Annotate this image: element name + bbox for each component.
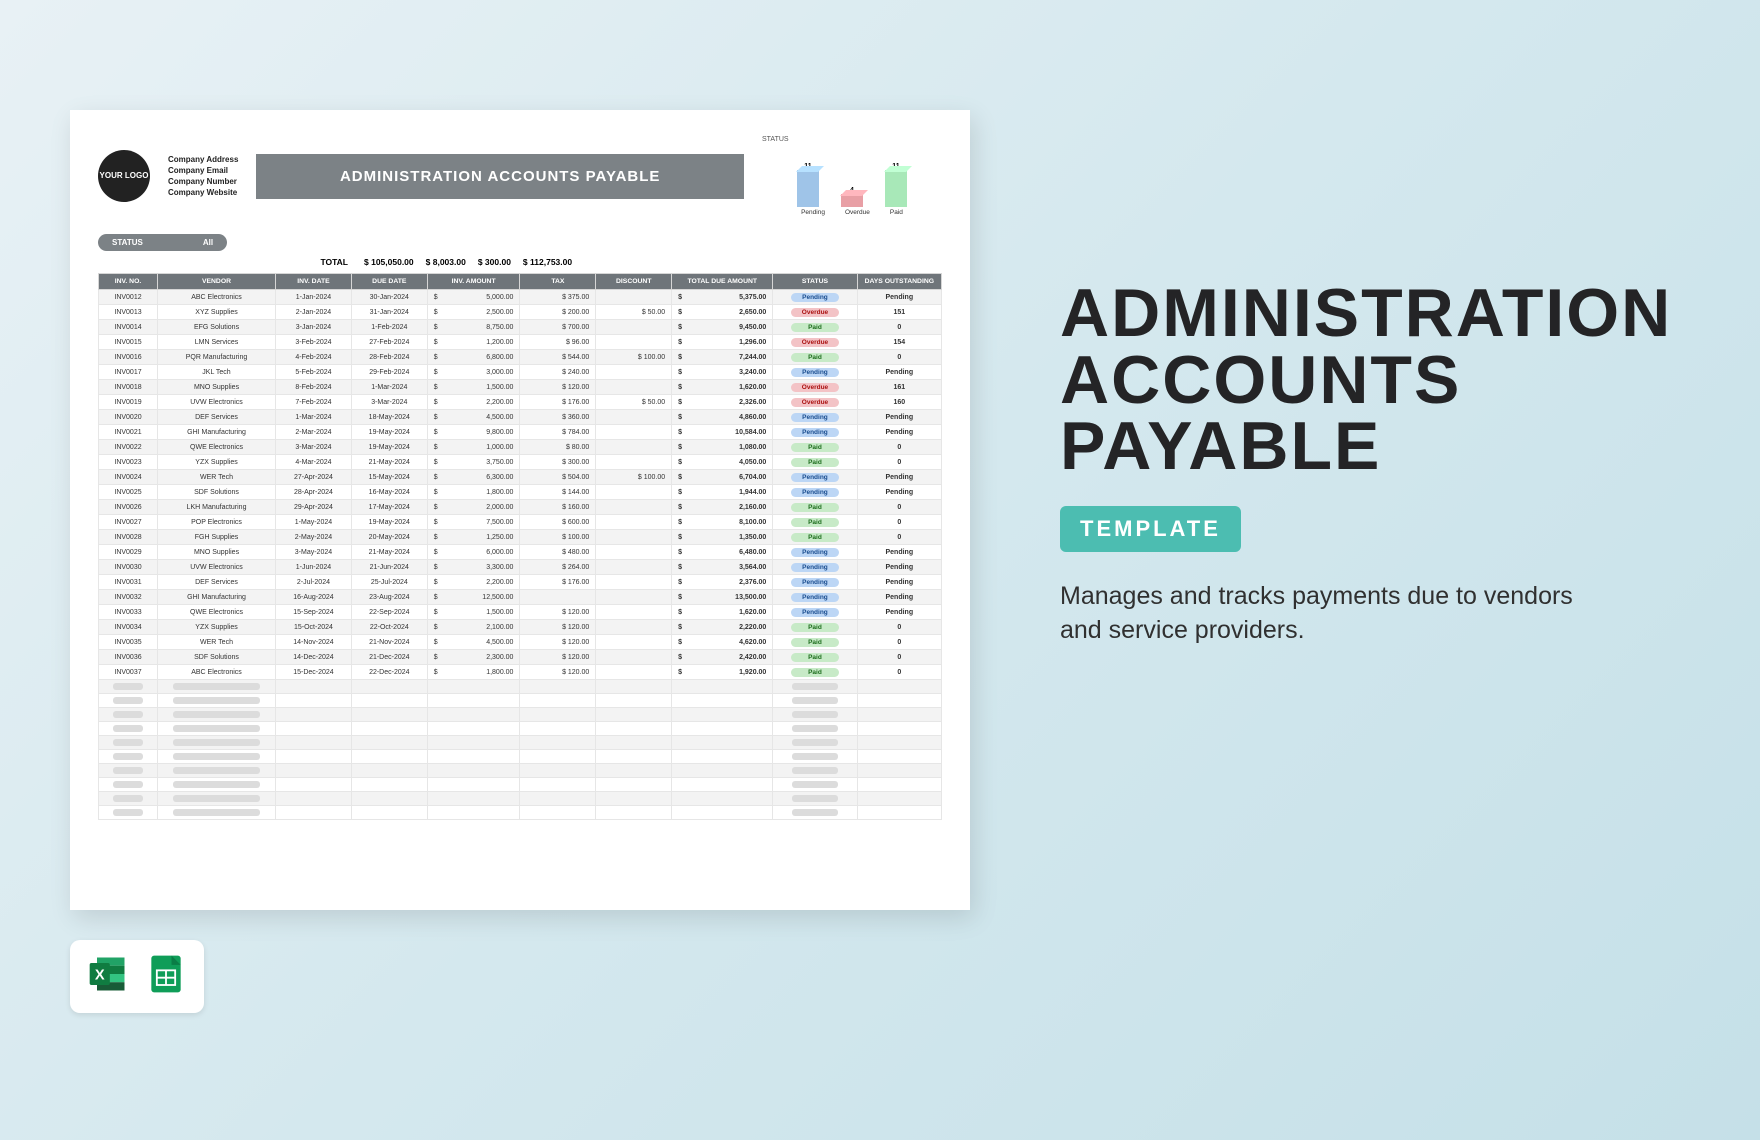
promo-title: ADMINISTRATION ACCOUNTS PAYABLE: [1060, 280, 1620, 480]
col-header: DISCOUNT: [596, 274, 672, 290]
table-row: INV0037ABC Electronics15-Dec-202422-Dec-…: [99, 665, 942, 680]
table-row: INV0021GHI Manufacturing2-Mar-202419-May…: [99, 425, 942, 440]
table-row: INV0032GHI Manufacturing16-Aug-202423-Au…: [99, 590, 942, 605]
company-info: Company Address Company Email Company Nu…: [168, 154, 238, 199]
col-header: TOTAL DUE AMOUNT: [672, 274, 773, 290]
template-badge: TEMPLATE: [1060, 506, 1241, 552]
col-header: TAX: [520, 274, 596, 290]
empty-row: [99, 680, 942, 694]
col-header: STATUS: [773, 274, 857, 290]
table-row: INV0025SDF Solutions28-Apr-202416-May-20…: [99, 485, 942, 500]
totals-row: TOTAL $ 105,050.00 $ 8,003.00 $ 300.00 $…: [98, 257, 942, 267]
table-row: INV0017JKL Tech5-Feb-202429-Feb-20243,00…: [99, 365, 942, 380]
empty-row: [99, 736, 942, 750]
table-row: INV0013XYZ Supplies2-Jan-202431-Jan-2024…: [99, 305, 942, 320]
logo-placeholder: YOUR LOGO: [98, 150, 150, 202]
table-row: INV0014EFG Solutions3-Jan-20241-Feb-2024…: [99, 320, 942, 335]
svg-text:X: X: [95, 968, 105, 984]
promo-description: Manages and tracks payments due to vendo…: [1060, 580, 1580, 648]
promo-panel: ADMINISTRATION ACCOUNTS PAYABLE TEMPLATE…: [1060, 280, 1620, 647]
sheet-title-banner: ADMINISTRATION ACCOUNTS PAYABLE: [256, 154, 744, 199]
table-row: INV0034YZX Supplies15-Oct-202422-Oct-202…: [99, 620, 942, 635]
table-row: INV0012ABC Electronics1-Jan-202430-Jan-2…: [99, 290, 942, 305]
empty-row: [99, 750, 942, 764]
col-header: DAYS OUTSTANDING: [857, 274, 941, 290]
empty-row: [99, 764, 942, 778]
status-chart: STATUS 11411 PendingOverduePaid: [762, 136, 942, 216]
col-header: DUE DATE: [351, 274, 427, 290]
table-row: INV0020DEF Services1-Mar-202418-May-2024…: [99, 410, 942, 425]
app-icons: X: [70, 940, 204, 1013]
table-row: INV0035WER Tech14-Nov-202421-Nov-20244,5…: [99, 635, 942, 650]
empty-row: [99, 722, 942, 736]
table-row: INV0016PQR Manufacturing4-Feb-202428-Feb…: [99, 350, 942, 365]
empty-row: [99, 708, 942, 722]
table-row: INV0027POP Electronics1-May-202419-May-2…: [99, 515, 942, 530]
empty-row: [99, 806, 942, 820]
excel-icon: X: [86, 952, 130, 1001]
col-header: INV. DATE: [276, 274, 352, 290]
table-row: INV0026LKH Manufacturing29-Apr-202417-Ma…: [99, 500, 942, 515]
empty-row: [99, 694, 942, 708]
table-row: INV0023YZX Supplies4-Mar-202421-May-2024…: [99, 455, 942, 470]
col-header: INV. NO.: [99, 274, 158, 290]
empty-row: [99, 778, 942, 792]
col-header: INV. AMOUNT: [427, 274, 520, 290]
empty-row: [99, 792, 942, 806]
table-row: INV0024WER Tech27-Apr-202415-May-20246,3…: [99, 470, 942, 485]
col-header: VENDOR: [158, 274, 276, 290]
spreadsheet-preview: YOUR LOGO Company Address Company Email …: [70, 110, 970, 910]
table-row: INV0031DEF Services2-Jul-202425-Jul-2024…: [99, 575, 942, 590]
accounts-table: INV. NO.VENDORINV. DATEDUE DATEINV. AMOU…: [98, 273, 942, 820]
table-row: INV0018MNO Supplies8-Feb-20241-Mar-20241…: [99, 380, 942, 395]
sheet-header: YOUR LOGO Company Address Company Email …: [98, 136, 942, 216]
table-row: INV0029MNO Supplies3-May-202421-May-2024…: [99, 545, 942, 560]
table-row: INV0028FGH Supplies2-May-202420-May-2024…: [99, 530, 942, 545]
table-row: INV0036SDF Solutions14-Dec-202421-Dec-20…: [99, 650, 942, 665]
table-row: INV0030UVW Electronics1-Jun-202421-Jun-2…: [99, 560, 942, 575]
status-filter-dropdown[interactable]: STATUS All: [98, 234, 227, 251]
google-sheets-icon: [144, 952, 188, 1001]
table-row: INV0015LMN Services3-Feb-202427-Feb-2024…: [99, 335, 942, 350]
table-row: INV0033QWE Electronics15-Sep-202422-Sep-…: [99, 605, 942, 620]
table-row: INV0019UVW Electronics7-Feb-20243-Mar-20…: [99, 395, 942, 410]
table-row: INV0022QWE Electronics3-Mar-202419-May-2…: [99, 440, 942, 455]
